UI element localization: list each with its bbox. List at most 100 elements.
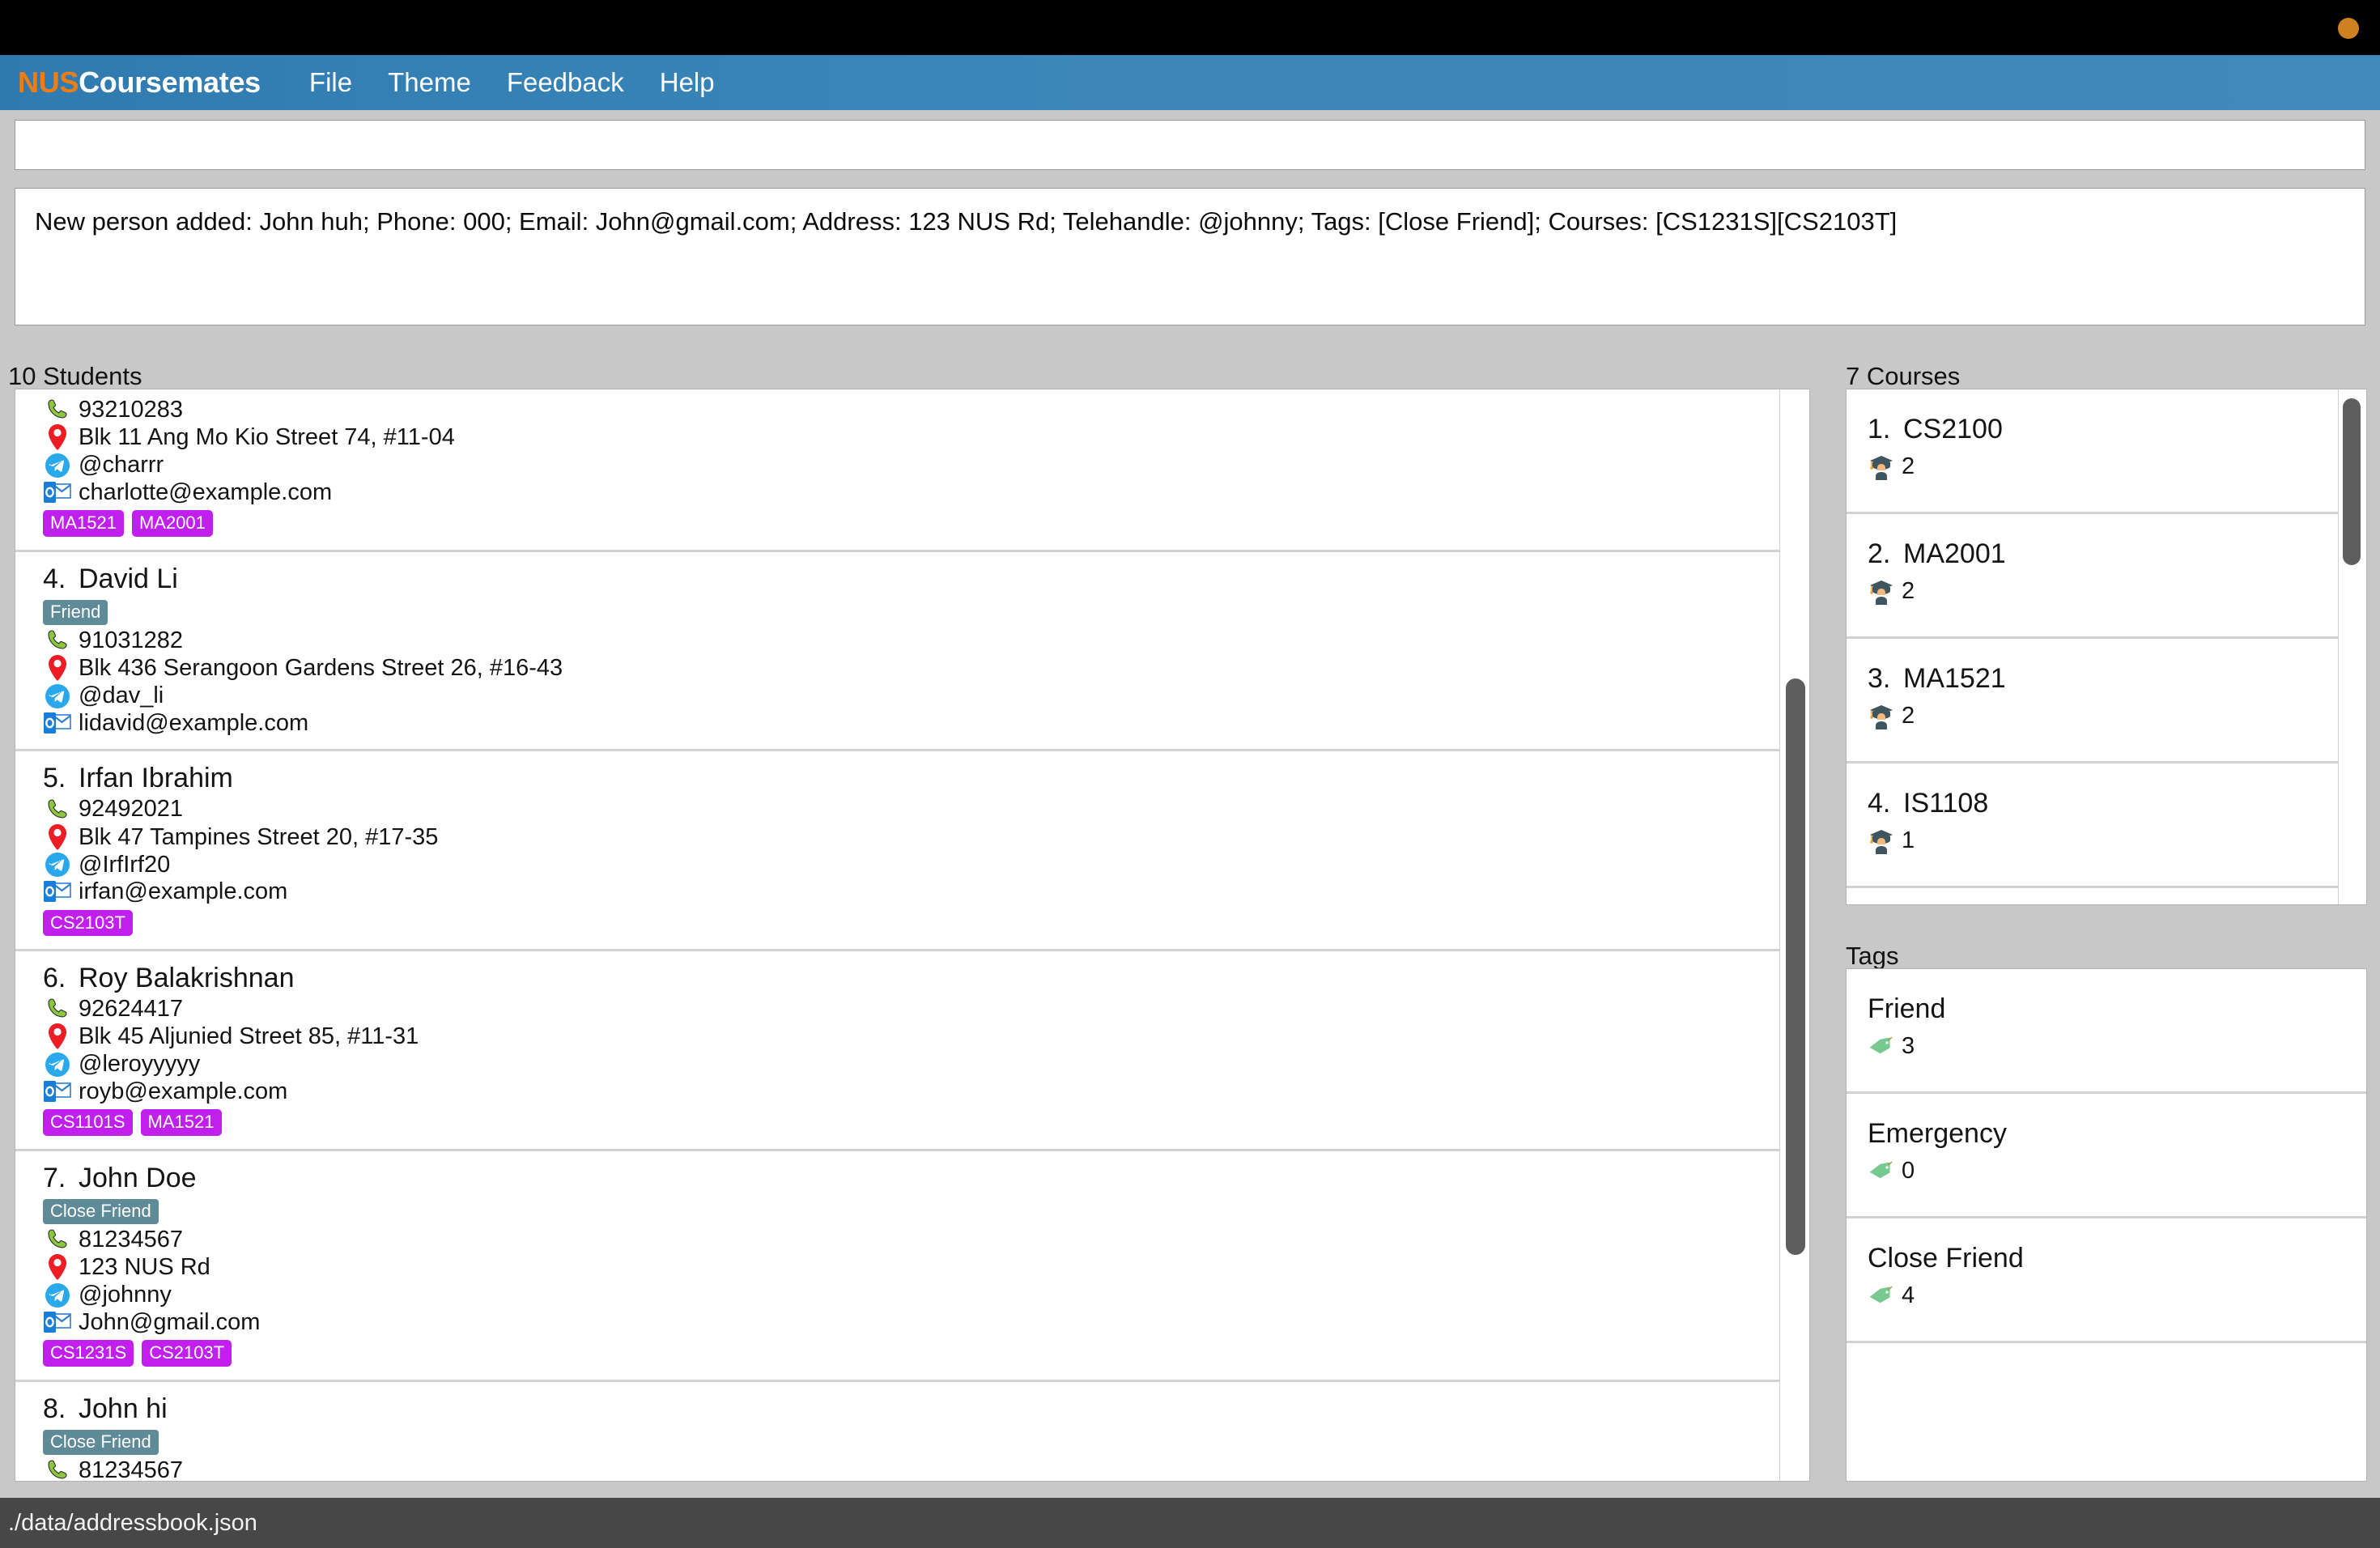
student-course-chip[interactable]: CS2103T: [142, 1340, 232, 1367]
student-phone: 81234567: [79, 1226, 184, 1252]
student-telehandle: @IrfIrf20: [79, 851, 171, 878]
menu-item-file[interactable]: File: [291, 62, 370, 103]
student-name-text: Charlotte Oliveiro: [79, 389, 291, 394]
student-phone-row: 81234567: [43, 1227, 1790, 1252]
student-name: 5. Irfan Ibrahim: [43, 763, 1790, 794]
course-card[interactable]: 5.CS2103T: [1847, 888, 2366, 904]
students-scrollbar-thumb[interactable]: [1786, 678, 1805, 1255]
course-name-text: MA2001: [1903, 538, 2006, 569]
student-telehandle: @leroyyyyy: [79, 1051, 201, 1078]
student-course-chip[interactable]: CS1231S: [43, 1340, 134, 1367]
course-student-count-row: 1: [1868, 827, 2366, 854]
tag-name: Close Friend: [1868, 1243, 2024, 1274]
student-card[interactable]: 5. Irfan Ibrahim 92492021 Blk 47 Tampines S…: [15, 751, 1790, 951]
student-tag-chip[interactable]: Close Friend: [43, 1198, 159, 1224]
student-telehandle-row: @johnny: [43, 1282, 1790, 1308]
student-course-chip[interactable]: CS1101S: [43, 1109, 133, 1136]
students-list-panel[interactable]: 3.Charlotte Oliveiro 93210283Blk 11 Ang M…: [15, 389, 1810, 1482]
student-address-row: Blk 436 Serangoon Gardens Street 26, #16…: [43, 654, 1790, 682]
command-box[interactable]: [15, 120, 2365, 170]
student-address: Blk 11 Ang Mo Kio Street 74, #11-04: [79, 424, 455, 451]
student-email-row: irfan@example.com: [43, 878, 1790, 904]
course-card[interactable]: 2. MA2001 2: [1847, 514, 2366, 639]
tag-card[interactable]: Friend 3: [1847, 969, 2366, 1094]
telegram-icon: [43, 1052, 72, 1078]
student-card[interactable]: 3.Charlotte Oliveiro 93210283Blk 11 Ang M…: [15, 389, 1790, 552]
course-student-count-row: 2: [1868, 578, 2366, 605]
location-pin-icon: [43, 1023, 72, 1050]
phone-icon: [43, 1457, 72, 1481]
course-student-count: 2: [1902, 703, 1915, 729]
student-index: 3.: [43, 389, 79, 395]
tags-list-panel[interactable]: Friend 3 Emergency 0 Close Friend 4: [1846, 968, 2367, 1482]
student-email-row: John@gmail.com: [43, 1309, 1790, 1335]
tag-name: Friend: [1868, 993, 1946, 1024]
menu-item-theme[interactable]: Theme: [370, 62, 489, 103]
student-course-chip[interactable]: CS2103T: [43, 909, 133, 936]
command-input[interactable]: [15, 121, 2365, 169]
student-email-row: royb@example.com: [43, 1078, 1790, 1104]
student-address-row: Blk 45 Aljunied Street 85, #11-31: [43, 1023, 1790, 1050]
student-address: Blk 45 Aljunied Street 85, #11-31: [79, 1023, 419, 1050]
course-card[interactable]: 3. MA1521 2: [1847, 639, 2366, 763]
student-telehandle-row: @charrr: [43, 452, 1790, 478]
student-name: 8. John hi: [43, 1393, 1790, 1425]
course-name: 4. IS1108: [1868, 788, 2366, 819]
student-name: 6. Roy Balakrishnan: [43, 963, 1790, 994]
graduate-icon: [1868, 579, 1895, 605]
course-index: 1.: [1868, 414, 1891, 444]
student-email: irfan@example.com: [79, 878, 288, 905]
student-phone: 92492021: [79, 796, 184, 823]
telegram-icon: [43, 453, 72, 478]
courses-scrollbar-thumb[interactable]: [2343, 398, 2361, 565]
telegram-icon: [43, 1282, 72, 1308]
menu-item-feedback[interactable]: Feedback: [489, 62, 642, 103]
tag-name: Emergency: [1868, 1118, 2007, 1149]
students-panel-title: 10 Students: [8, 362, 142, 390]
phone-icon: [43, 627, 72, 653]
student-course-chip[interactable]: MA2001: [131, 510, 213, 537]
tag-emoji-icon: [1868, 1285, 1895, 1308]
student-address-row: Blk 47 Tampines Street 20, #17-35: [43, 823, 1790, 851]
telegram-icon: [43, 683, 72, 709]
student-phone: 93210283: [79, 397, 184, 423]
student-card[interactable]: 7. John Doe Close Friend 81234567 123 NUS Rd…: [15, 1150, 1790, 1382]
student-phone-row: 92624417: [43, 996, 1790, 1022]
courses-panel-title: 7 Courses: [1846, 362, 1961, 390]
student-card[interactable]: 8.John hiClose Friend81234567123 NUS Rd@…: [15, 1381, 1790, 1481]
tag-count-row: 3: [1868, 1033, 2366, 1060]
student-course-chips: MA1521 MA2001: [43, 510, 1790, 537]
student-name-text: Roy Balakrishnan: [79, 963, 295, 993]
tag-count: 0: [1902, 1158, 1915, 1184]
course-card[interactable]: 1. CS2100 2: [1847, 389, 2366, 514]
student-card[interactable]: 6. Roy Balakrishnan 92624417 Blk 45 Aljunie…: [15, 951, 1790, 1151]
student-tag-chip[interactable]: Friend: [43, 599, 108, 625]
student-telehandle: @charrr: [79, 452, 164, 478]
window-indicator-dot: [2338, 18, 2359, 39]
student-course-chips: CS1231S CS2103T: [43, 1340, 1790, 1367]
tag-card[interactable]: Close Friend 4: [1847, 1218, 2366, 1343]
student-telehandle-row: @IrfIrf20: [43, 852, 1790, 878]
student-phone-row: 93210283: [43, 397, 1790, 423]
course-card[interactable]: 4. IS1108 1: [1847, 763, 2366, 888]
result-display-box: New person added: John huh; Phone: 000; …: [15, 188, 2365, 325]
course-student-count: 2: [1902, 453, 1915, 479]
student-index: 6.: [43, 963, 66, 993]
graduate-icon: [1868, 454, 1895, 480]
student-course-chip[interactable]: MA1521: [140, 1109, 222, 1136]
location-pin-icon: [43, 1253, 72, 1281]
student-course-chips: CS1101S MA1521: [43, 1109, 1790, 1136]
student-card[interactable]: 4. David Li Friend 91031282 Blk 436 Serangoo…: [15, 551, 1790, 752]
student-address: Blk 47 Tampines Street 20, #17-35: [79, 823, 439, 850]
tag-card[interactable]: Emergency 0: [1847, 1094, 2366, 1218]
student-phone-row: 91031282: [43, 627, 1790, 653]
student-tag-chip[interactable]: Close Friend: [43, 1429, 159, 1455]
course-index: 3.: [1868, 663, 1891, 694]
courses-list-panel[interactable]: 1. CS2100 2 2. MA2001 2 3. MA1521 2 4. IS1108 1 5.CS…: [1846, 389, 2367, 905]
student-course-chip[interactable]: MA1521: [43, 510, 124, 537]
student-email: royb@example.com: [79, 1078, 288, 1104]
student-name-text: John Doe: [79, 1162, 197, 1193]
course-student-count-row: 2: [1868, 703, 2366, 729]
students-list: 3.Charlotte Oliveiro 93210283Blk 11 Ang M…: [15, 389, 1790, 1481]
menu-item-help[interactable]: Help: [642, 62, 733, 103]
